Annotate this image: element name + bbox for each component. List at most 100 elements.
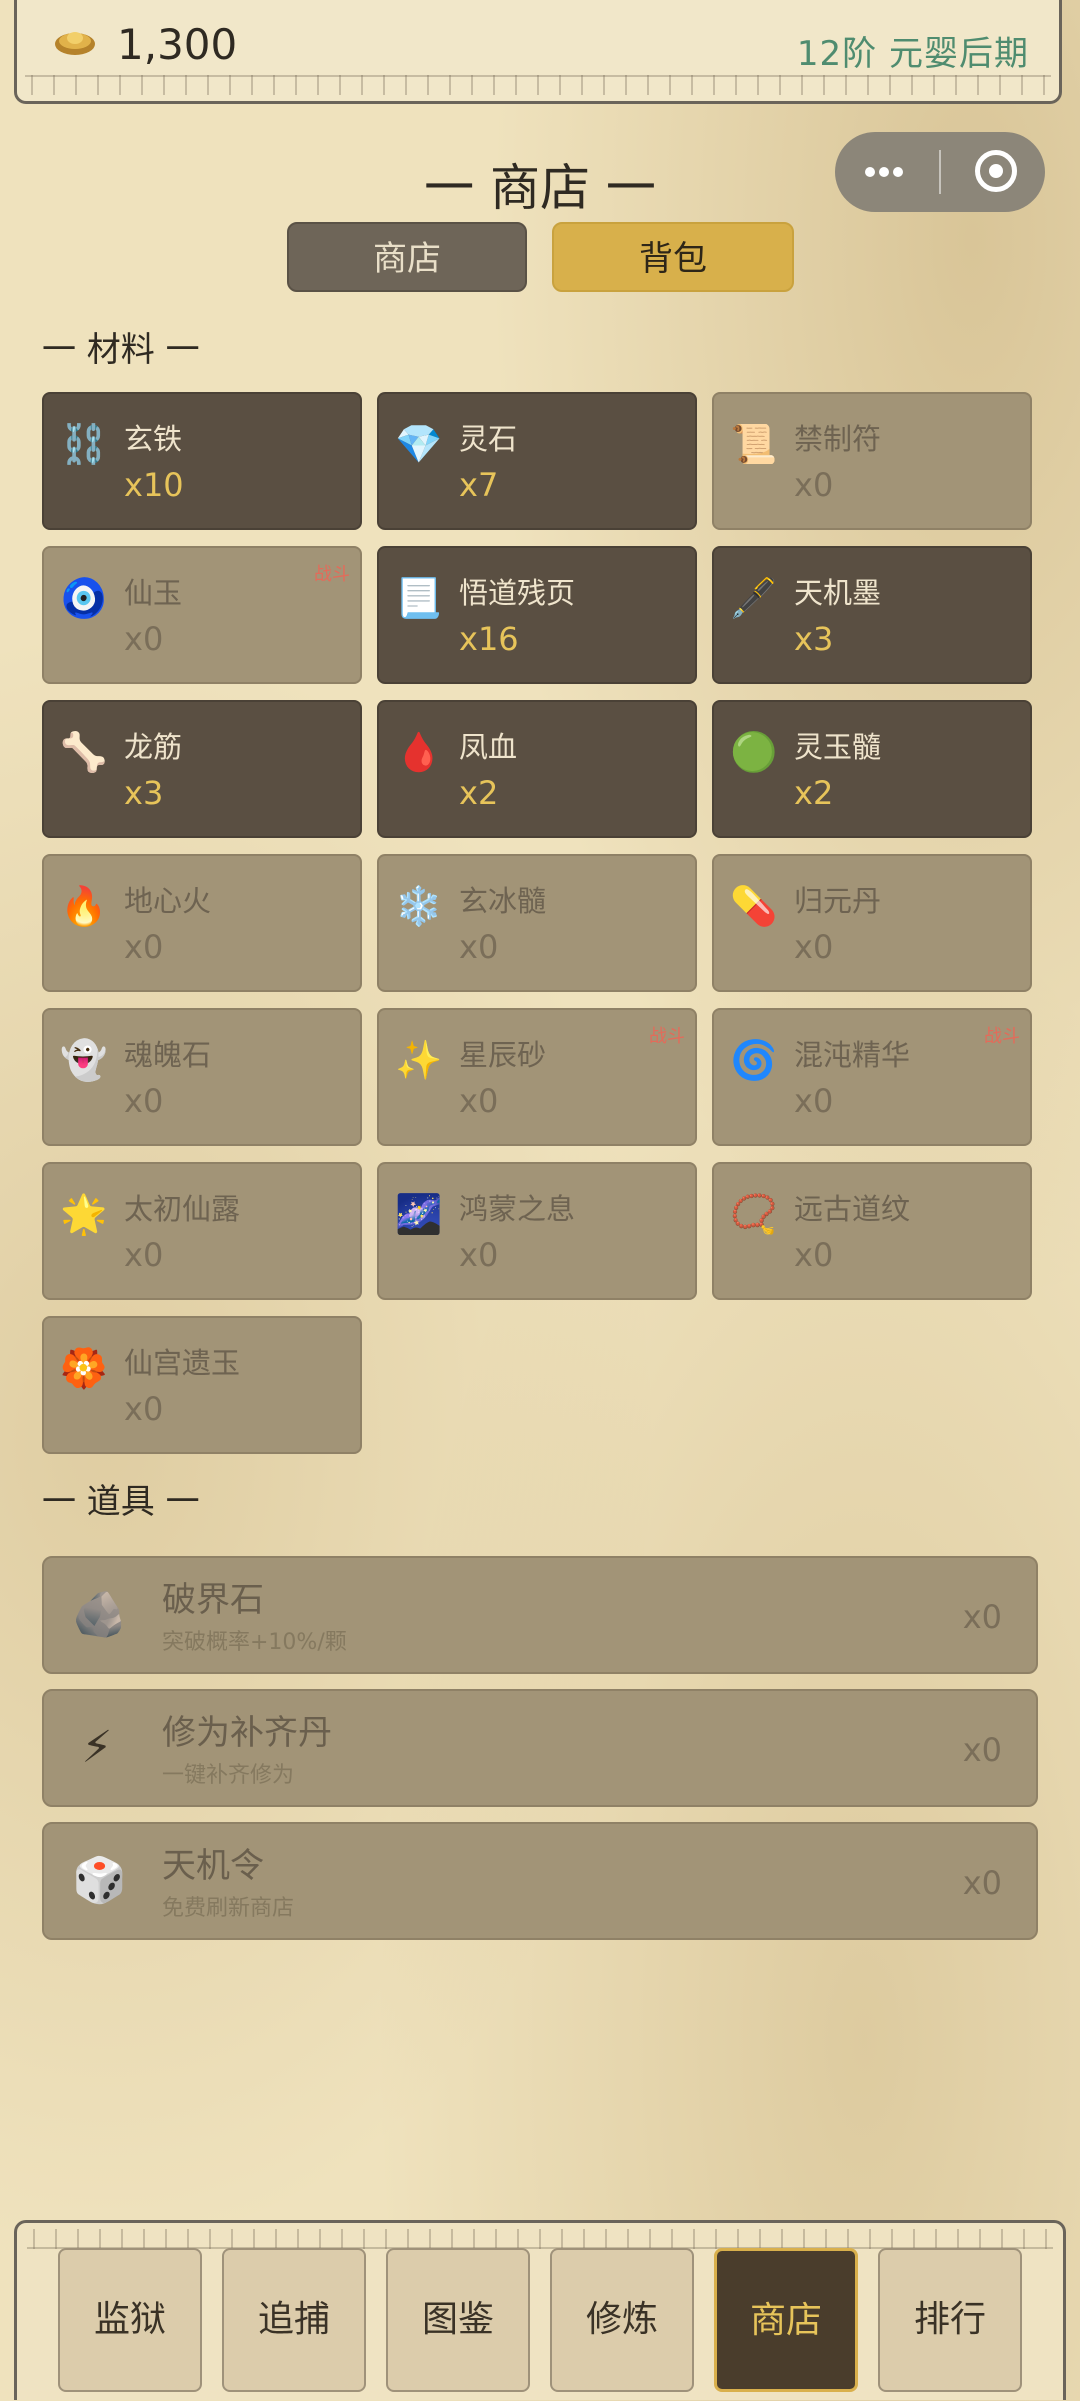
bone-icon: 🦴 — [60, 730, 108, 774]
material-name: 仙宫遗玉 — [124, 1346, 241, 1380]
material-card[interactable]: 📿 远古道纹 x0 — [712, 1162, 1032, 1300]
material-card[interactable]: 🟢 灵玉髓 x2 — [712, 700, 1032, 838]
close-target-icon[interactable] — [975, 150, 1017, 192]
material-card[interactable]: 📃 悟道残页 x16 — [377, 546, 697, 684]
tool-row[interactable]: 🪨 破界石突破概率+10%/颗 x0 — [42, 1556, 1038, 1674]
border-pattern — [25, 75, 1051, 95]
material-qty: x0 — [124, 1390, 164, 1428]
material-qty: x7 — [459, 466, 499, 504]
hamsa-icon: 🧿 — [60, 576, 108, 620]
material-qty: x0 — [459, 1236, 499, 1274]
pen-icon: 🖋️ — [730, 576, 778, 620]
nav-item[interactable]: 图鉴 — [386, 2248, 530, 2392]
nav-item[interactable]: 排行 — [878, 2248, 1022, 2392]
material-name: 灵石 — [459, 422, 518, 456]
ghost-icon: 👻 — [60, 1038, 108, 1082]
combat-badge: 战斗 — [984, 1026, 1020, 1047]
nav-item[interactable]: 追捕 — [222, 2248, 366, 2392]
tool-qty: x0 — [962, 1598, 1002, 1636]
scroll-icon: 📜 — [730, 422, 778, 466]
material-card[interactable]: ✨ 星辰砂 x0 战斗 — [377, 1008, 697, 1146]
material-name: 玄冰髓 — [459, 884, 547, 918]
material-name: 鸿蒙之息 — [459, 1192, 576, 1226]
tool-desc: 免费刷新商店 — [162, 1896, 295, 1921]
material-name: 凤血 — [459, 730, 518, 764]
material-qty: x3 — [794, 620, 834, 658]
prayer-beads-icon: 📿 — [730, 1192, 778, 1236]
combat-badge: 战斗 — [649, 1026, 685, 1047]
material-qty: x10 — [124, 466, 184, 504]
material-card[interactable]: 💊 归元丹 x0 — [712, 854, 1032, 992]
tools-section-title: 一 道具 一 — [42, 1482, 200, 1522]
glowing-star-icon: 🌟 — [60, 1192, 108, 1236]
nav-item[interactable]: 监狱 — [58, 2248, 202, 2392]
material-card[interactable]: 📜 禁制符 x0 — [712, 392, 1032, 530]
material-name: 玄铁 — [124, 422, 183, 456]
rock-icon: 🪨 — [72, 1589, 127, 1640]
material-card[interactable]: 🌀 混沌精华 x0 战斗 — [712, 1008, 1032, 1146]
gold-amount: 1,300 — [117, 20, 238, 69]
material-card[interactable]: 💎 灵石 x7 — [377, 392, 697, 530]
material-card[interactable]: 🦴 龙筋 x3 — [42, 700, 362, 838]
material-card[interactable]: 🌌 鸿蒙之息 x0 — [377, 1162, 697, 1300]
combat-badge: 战斗 — [314, 564, 350, 585]
swirl-icon: 🌀 — [730, 1038, 778, 1082]
material-card[interactable]: 🏵️ 仙宫遗玉 x0 — [42, 1316, 362, 1454]
snowflake-icon: ❄️ — [395, 884, 443, 928]
material-card[interactable]: 🧿 仙玉 x0 战斗 — [42, 546, 362, 684]
nav-item[interactable]: 商店 — [714, 2248, 858, 2392]
material-card[interactable]: 👻 魂魄石 x0 — [42, 1008, 362, 1146]
material-name: 远古道纹 — [794, 1192, 911, 1226]
blood-drop-icon: 🩸 — [395, 730, 443, 774]
material-name: 魂魄石 — [124, 1038, 212, 1072]
sparkles-icon: ✨ — [395, 1038, 443, 1082]
mini-program-capsule[interactable] — [835, 132, 1045, 212]
material-qty: x0 — [794, 1082, 834, 1120]
rosette-icon: 🏵️ — [60, 1346, 108, 1390]
material-card[interactable]: ⛓️ 玄铁 x10 — [42, 392, 362, 530]
tool-name: 破界石 — [162, 1580, 264, 1620]
material-qty: x0 — [124, 1236, 164, 1274]
gold-ingot-icon — [55, 32, 95, 55]
chain-icon: ⛓️ — [60, 422, 108, 466]
page-icon: 📃 — [395, 576, 443, 620]
diamond-icon: 💎 — [395, 422, 443, 466]
materials-section-title: 一 材料 一 — [42, 330, 200, 370]
material-card[interactable]: 🩸 凤血 x2 — [377, 700, 697, 838]
material-name: 悟道残页 — [459, 576, 576, 610]
tool-row[interactable]: 🎲 天机令 免费刷新商店 x0 — [42, 1822, 1038, 1940]
tool-qty: x0 — [962, 1864, 1002, 1902]
material-qty: x2 — [794, 774, 834, 812]
material-qty: x0 — [124, 620, 164, 658]
material-card[interactable]: ❄️ 玄冰髓 x0 — [377, 854, 697, 992]
tool-qty: x0 — [962, 1731, 1002, 1769]
material-name: 灵玉髓 — [794, 730, 882, 764]
tool-desc: 一键补齐修为 — [162, 1763, 295, 1788]
material-card[interactable]: 🔥 地心火 x0 — [42, 854, 362, 992]
material-name: 星辰砂 — [459, 1038, 547, 1072]
material-qty: x0 — [124, 1082, 164, 1120]
material-name: 天机墨 — [794, 576, 882, 610]
material-name: 龙筋 — [124, 730, 183, 764]
fire-icon: 🔥 — [60, 884, 108, 928]
material-qty: x16 — [459, 620, 519, 658]
material-qty: x2 — [459, 774, 499, 812]
material-name: 仙玉 — [124, 576, 183, 610]
more-icon[interactable] — [863, 158, 923, 186]
lightning-icon: ⚡ — [81, 1722, 113, 1773]
tab-backpack[interactable]: 背包 — [552, 222, 794, 292]
green-circle-icon: 🟢 — [730, 730, 778, 774]
tool-row[interactable]: ⚡ 修为补齐丹 一键补齐修为 x0 — [42, 1689, 1038, 1807]
material-card[interactable]: 🖋️ 天机墨 x3 — [712, 546, 1032, 684]
capsule-divider — [939, 150, 941, 194]
material-qty: x0 — [794, 466, 834, 504]
material-card[interactable]: 🌟 太初仙露 x0 — [42, 1162, 362, 1300]
pill-icon: 💊 — [730, 884, 778, 928]
cultivation-rank: 12阶 元婴后期 — [796, 34, 1029, 74]
material-name: 混沌精华 — [794, 1038, 911, 1072]
border-pattern — [27, 2229, 1053, 2249]
tool-desc: 突破概率+10%/颗 — [162, 1630, 347, 1655]
nav-item[interactable]: 修炼 — [550, 2248, 694, 2392]
material-qty: x0 — [124, 928, 164, 966]
tab-shop[interactable]: 商店 — [287, 222, 527, 292]
